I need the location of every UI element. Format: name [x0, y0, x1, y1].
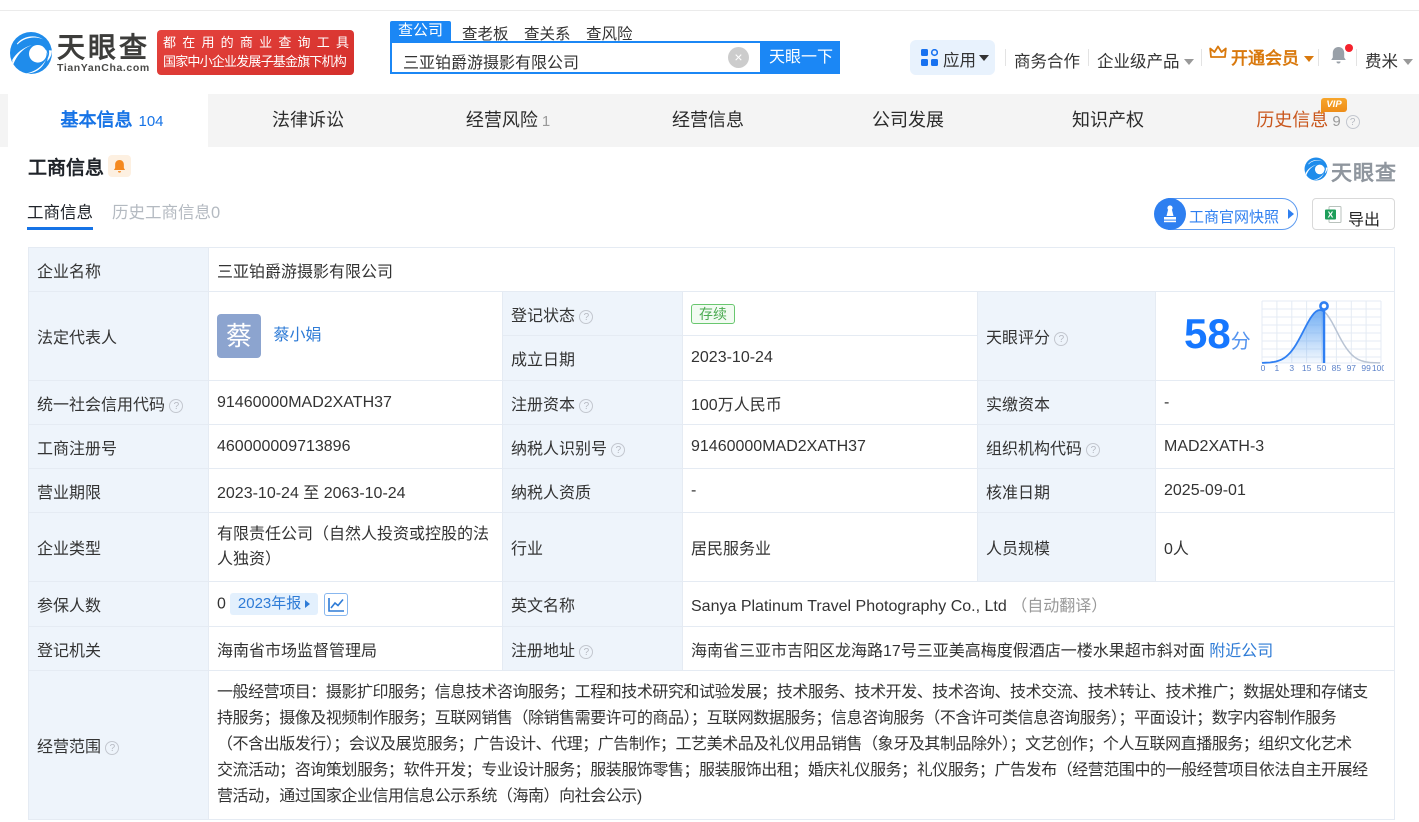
svg-text:15: 15	[1302, 363, 1312, 373]
svg-text:100: 100	[1372, 363, 1384, 373]
svg-text:X: X	[1328, 210, 1334, 220]
svg-text:50: 50	[1316, 363, 1326, 373]
svg-text:99: 99	[1361, 363, 1371, 373]
svg-text:1: 1	[1274, 363, 1279, 373]
svg-text:85: 85	[1331, 363, 1341, 373]
svg-text:3: 3	[1289, 363, 1294, 373]
svg-text:0: 0	[1260, 363, 1265, 373]
svg-text:97: 97	[1346, 363, 1356, 373]
